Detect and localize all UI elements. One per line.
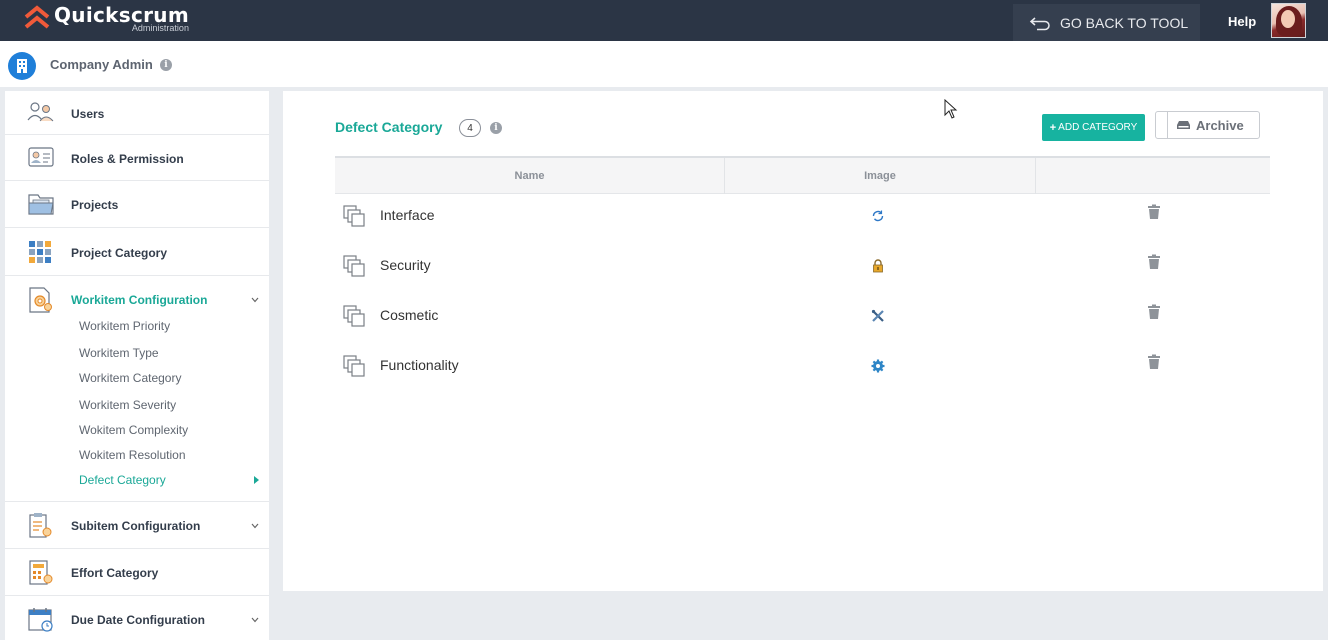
- main-panel: Defect Category 4 i + ADD CATEGORY Archi…: [283, 91, 1323, 591]
- sidebar-subitem-wokitem-resolution[interactable]: Wokitem Resolution: [79, 448, 186, 462]
- plus-icon: +: [1049, 121, 1057, 134]
- sidebar-item-label: Project Category: [71, 246, 168, 260]
- copy-drag-icon[interactable]: [343, 255, 365, 282]
- sidebar-subitem-workitem-category[interactable]: Workitem Category: [79, 371, 181, 385]
- archive-toggle[interactable]: Archive: [1155, 111, 1260, 139]
- sidebar-item-label: Effort Category: [71, 566, 159, 580]
- copy-drag-icon[interactable]: [343, 205, 365, 232]
- chevron-down-icon[interactable]: [251, 615, 259, 626]
- sidebar-item-subitem-configuration[interactable]: Subitem Configuration: [5, 502, 269, 549]
- sidebar-item-label: Subitem Configuration: [71, 519, 201, 533]
- count-badge: 4: [459, 119, 481, 137]
- help-link[interactable]: Help: [1228, 14, 1256, 29]
- trash-icon[interactable]: [1147, 304, 1161, 325]
- column-header-actions: [1036, 158, 1270, 194]
- sidebar-item-label: Roles & Permission: [71, 152, 184, 166]
- sidebar-item-due-date-configuration[interactable]: Due Date Configuration: [5, 596, 269, 640]
- sidebar-subitem-workitem-severity[interactable]: Workitem Severity: [79, 398, 176, 412]
- sidebar-subitem-wokitem-complexity[interactable]: Wokitem Complexity: [79, 423, 188, 437]
- sidebar-subitem-workitem-type[interactable]: Workitem Type: [79, 346, 159, 360]
- top-bar: Quickscrum Administration GO BACK TO TOO…: [0, 0, 1328, 41]
- sidebar-item-workitem-configuration[interactable]: Workitem Configuration: [5, 276, 269, 502]
- sidebar-subitem-defect-category[interactable]: Defect Category: [79, 473, 166, 487]
- user-avatar[interactable]: [1271, 3, 1306, 38]
- add-category-label: ADD CATEGORY: [1058, 122, 1138, 133]
- sidebar-item-label: Workitem Configuration: [71, 293, 208, 307]
- table-row: Security: [335, 244, 1270, 294]
- brand-logo[interactable]: Quickscrum Administration: [24, 5, 189, 33]
- id-card-icon: [27, 144, 54, 170]
- copy-drag-icon[interactable]: [343, 355, 365, 382]
- archive-drive-icon: [1177, 121, 1190, 129]
- refresh-icon: [870, 208, 886, 224]
- grid-icon: [27, 239, 53, 265]
- category-name: Functionality: [380, 357, 459, 373]
- table-row: Interface: [335, 194, 1270, 244]
- go-back-label: GO BACK TO TOOL: [1060, 14, 1189, 31]
- back-arrow-icon: [1029, 16, 1050, 30]
- folder-icon: [27, 191, 54, 217]
- trash-icon[interactable]: [1147, 254, 1161, 275]
- table-row: Cosmetic: [335, 294, 1270, 344]
- archive-label: Archive: [1196, 117, 1244, 133]
- gear-doc-icon: [27, 286, 53, 313]
- defect-category-info-icon[interactable]: i: [490, 122, 502, 134]
- company-admin-info-icon[interactable]: i: [160, 59, 172, 71]
- sidebar-item-label: Due Date Configuration: [71, 613, 205, 627]
- building-icon: [8, 52, 36, 80]
- add-category-button[interactable]: + ADD CATEGORY: [1042, 114, 1145, 141]
- toggle-switch[interactable]: [1156, 112, 1168, 138]
- calendar-icon: [27, 606, 53, 632]
- sidebar-item-label: Projects: [71, 198, 119, 212]
- trash-icon[interactable]: [1147, 204, 1161, 225]
- tools-icon: [870, 308, 886, 324]
- category-name: Security: [380, 257, 431, 273]
- category-name: Interface: [380, 207, 435, 223]
- gear-icon: [870, 358, 886, 374]
- sidebar-item-roles-permission[interactable]: Roles & Permission: [5, 135, 269, 181]
- category-name: Cosmetic: [380, 307, 439, 323]
- sidebar-item-project-category[interactable]: Project Category: [5, 228, 269, 276]
- mouse-cursor-icon: [944, 99, 958, 119]
- sidebar-item-effort-category[interactable]: Effort Category: [5, 549, 269, 596]
- chevron-down-icon[interactable]: [251, 521, 259, 532]
- copy-drag-icon[interactable]: [343, 305, 365, 332]
- brand-name: Quickscrum: [54, 3, 189, 27]
- lock-icon: [870, 258, 886, 274]
- go-back-to-tool-button[interactable]: GO BACK TO TOOL: [1013, 4, 1200, 41]
- sidebar-item-users[interactable]: Users: [5, 91, 269, 135]
- page-title: Defect Category: [335, 119, 443, 135]
- table-header: Name Image: [335, 156, 1270, 194]
- calculator-icon: [27, 559, 53, 585]
- chevron-down-icon[interactable]: [251, 295, 259, 306]
- logo-chevron-icon: [24, 5, 50, 31]
- clipboard-gear-icon: [27, 512, 53, 538]
- column-header-name[interactable]: Name: [335, 158, 725, 194]
- table-row: Functionality: [335, 344, 1270, 394]
- sidebar-item-projects[interactable]: Projects: [5, 181, 269, 228]
- trash-icon[interactable]: [1147, 354, 1161, 375]
- company-admin-title: Company Admin: [50, 57, 153, 72]
- active-arrow-icon: [254, 476, 259, 484]
- sidebar: Users Roles & Permission Projects Projec…: [5, 91, 269, 640]
- column-header-image[interactable]: Image: [725, 158, 1036, 194]
- users-icon: [27, 100, 54, 126]
- admin-header: Company Admin: [0, 41, 1328, 87]
- sidebar-item-label: Users: [71, 107, 105, 121]
- sidebar-subitem-workitem-priority[interactable]: Workitem Priority: [79, 319, 170, 333]
